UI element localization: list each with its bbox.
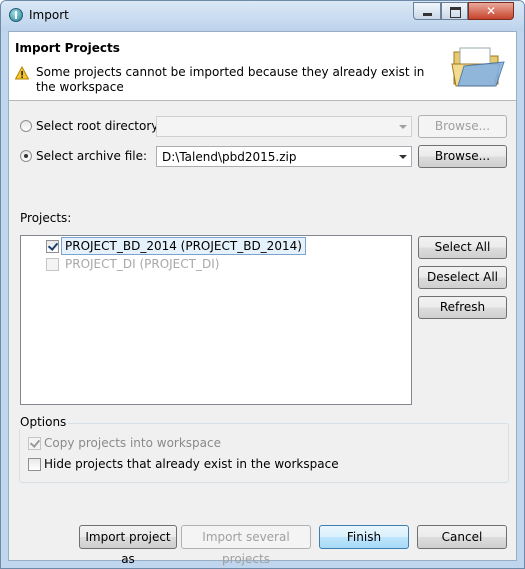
cancel-button[interactable]: Cancel	[417, 525, 507, 549]
maximize-button[interactable]	[441, 2, 468, 20]
close-button[interactable]: ✕	[468, 2, 514, 20]
warning-icon	[15, 66, 29, 80]
browse-root-button: Browse...	[418, 115, 507, 138]
root-directory-combo	[156, 116, 412, 137]
chevron-down-icon	[399, 125, 407, 129]
options-group	[19, 423, 509, 483]
archive-file-radio[interactable]	[20, 150, 32, 162]
copy-projects-checkbox	[28, 437, 41, 450]
header-message: Some projects cannot be imported because…	[36, 65, 425, 94]
finish-button[interactable]: Finish	[319, 525, 409, 549]
wizard-body: Select root directory: Browse... Select …	[9, 101, 516, 566]
archive-file-value: D:\Talend\pbd2015.zip	[162, 150, 297, 164]
page-title: Import Projects	[15, 41, 120, 55]
project-checkbox[interactable]	[46, 240, 59, 253]
import-project-as-button[interactable]: Import project as	[79, 525, 177, 566]
root-directory-label: Select root directory:	[36, 119, 162, 133]
dialog-client: Import Projects Some projects cannot be …	[8, 31, 517, 566]
project-checkbox	[46, 258, 59, 271]
archive-file-label: Select archive file:	[36, 149, 148, 163]
copy-projects-label: Copy projects into workspace	[44, 436, 222, 450]
window-title: Import	[29, 8, 69, 22]
wizard-header: Import Projects Some projects cannot be …	[9, 32, 516, 101]
minimize-button[interactable]	[413, 2, 441, 20]
archive-file-combo[interactable]: D:\Talend\pbd2015.zip	[156, 146, 412, 167]
talend-icon	[9, 8, 23, 22]
projects-label: Projects:	[20, 211, 72, 225]
refresh-button[interactable]: Refresh	[418, 296, 507, 319]
select-all-button[interactable]: Select All	[418, 236, 507, 259]
title-bar[interactable]: Import ✕	[1, 1, 524, 31]
projects-list[interactable]: PROJECT_BD_2014 (PROJECT_BD_2014) PROJEC…	[20, 235, 412, 405]
import-several-projects-button: Import several projects	[181, 525, 311, 566]
import-dialog: Import ✕ Import Projects Some projects c…	[0, 0, 525, 569]
options-legend: Options	[18, 415, 69, 429]
open-folder-icon	[451, 47, 505, 87]
chevron-down-icon	[399, 155, 407, 159]
deselect-all-button[interactable]: Deselect All	[418, 266, 507, 289]
list-item[interactable]: PROJECT_BD_2014 (PROJECT_BD_2014)	[61, 237, 306, 255]
hide-existing-label: Hide projects that already exist in the …	[44, 457, 339, 471]
hide-existing-checkbox[interactable]	[28, 458, 41, 471]
root-directory-radio[interactable]	[20, 120, 32, 132]
browse-archive-button[interactable]: Browse...	[418, 145, 507, 168]
close-icon: ✕	[485, 4, 497, 18]
list-item: PROJECT_DI (PROJECT_DI)	[65, 257, 220, 271]
